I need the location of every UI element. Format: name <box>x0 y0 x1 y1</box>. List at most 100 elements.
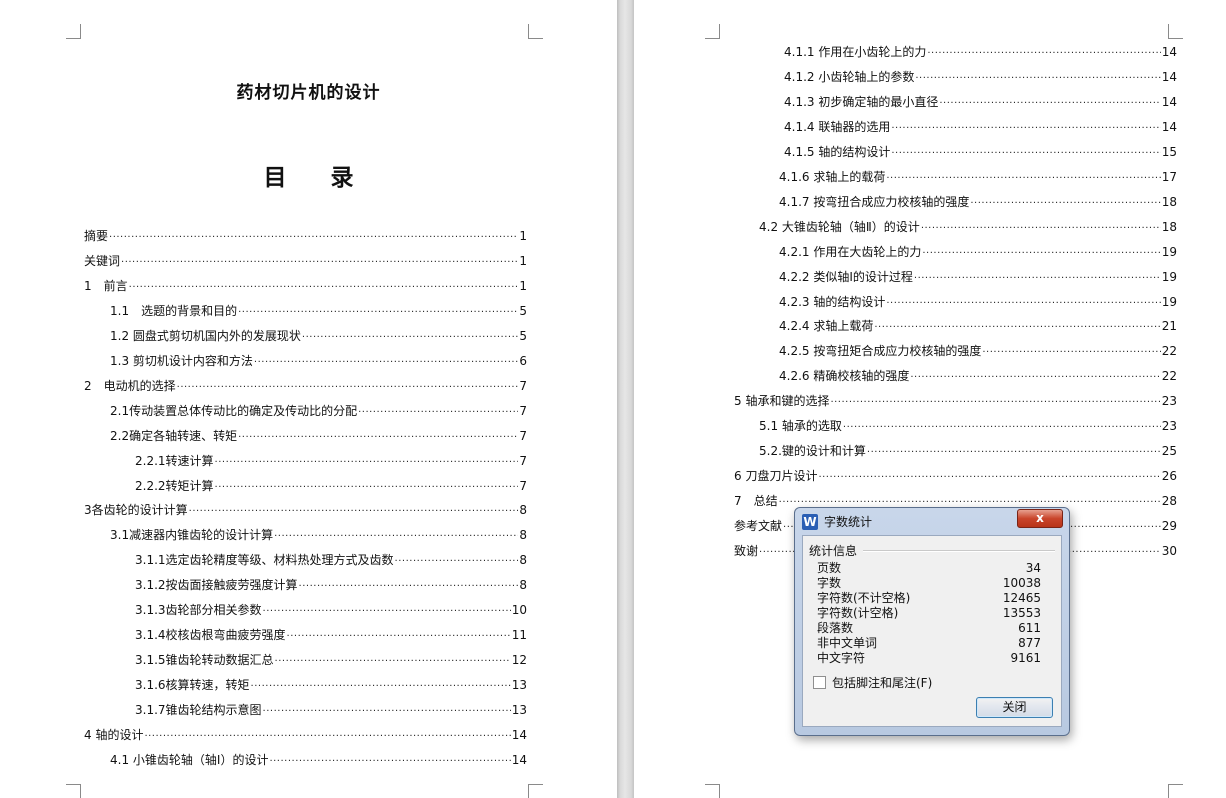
toc-entry-page: 14 <box>511 752 527 767</box>
toc-entry[interactable]: 4.2 大锥齿轮轴（轴Ⅱ）的设计 18 <box>759 219 1177 235</box>
toc-entry[interactable]: 1.3 剪切机设计内容和方法 6 <box>110 353 527 369</box>
toc-entry-label: 3.1.2按齿面接触疲劳强度计算 <box>135 578 298 593</box>
close-icon[interactable]: x <box>1017 509 1063 528</box>
crop-mark <box>66 784 81 798</box>
toc-entry-label: 2.2确定各轴转速、转矩 <box>110 428 238 443</box>
toc-entry-page: 8 <box>519 503 527 518</box>
stat-row: 字符数(计空格) 13553 <box>817 606 1041 621</box>
close-button[interactable]: 关闭 <box>976 697 1053 718</box>
stat-value: 611 <box>1018 621 1041 635</box>
toc-entry[interactable]: 1 前言 1 <box>84 278 527 294</box>
toc-entry-label: 4 轴的设计 <box>84 728 144 742</box>
toc-entry-label: 3.1.7锥齿轮结构示意图 <box>135 703 262 718</box>
toc-entry[interactable]: 1.1 选题的背景和目的 5 <box>110 303 527 319</box>
toc-entry[interactable]: 4.1.6 求轴上的载荷 17 <box>779 169 1177 185</box>
toc-dot-leader <box>129 280 519 296</box>
toc-entry[interactable]: 5.2.键的设计和计算 25 <box>759 443 1177 459</box>
toc-entry-page: 7 <box>519 378 527 393</box>
toc-entry-page: 21 <box>1161 319 1177 334</box>
toc-dot-leader <box>910 370 1160 386</box>
toc-entry[interactable]: 2.2确定各轴转速、转矩 7 <box>110 428 527 444</box>
toc-entry[interactable]: 4.2.5 按弯扭矩合成应力校核轴的强度 22 <box>779 343 1177 359</box>
toc-entry-page: 10 <box>511 603 527 618</box>
crop-mark <box>66 24 81 39</box>
toc-entry[interactable]: 摘要 1 <box>84 228 527 244</box>
toc-entry-label: 5.1 轴承的选取 <box>759 419 842 434</box>
toc-entry-label: 2 电动机的选择 <box>84 378 176 393</box>
toc-entry-page: 5 <box>519 328 527 343</box>
toc-entry[interactable]: 3.1.6核算转速，转矩 13 <box>135 677 527 693</box>
toc-dot-leader <box>215 480 519 496</box>
toc-entry-page: 1 <box>519 229 527 243</box>
toc-entry[interactable]: 5 轴承和键的选择 23 <box>734 393 1177 409</box>
toc-entry[interactable]: 4.2.3 轴的结构设计 19 <box>779 294 1177 310</box>
toc-entry-label: 1.2 圆盘式剪切机国内外的发展现状 <box>110 328 301 343</box>
toc-entry-page: 13 <box>511 678 527 693</box>
toc-dot-leader <box>914 271 1161 287</box>
toc-entry-label: 3.1.4校核齿根弯曲疲劳强度 <box>135 628 286 643</box>
stat-row: 非中文单词 877 <box>817 636 1041 651</box>
toc-entry[interactable]: 4.1.1 作用在小齿轮上的力 14 <box>784 44 1177 60</box>
toc-entry[interactable]: 2.2.2转矩计算 7 <box>135 478 527 494</box>
stat-value: 34 <box>1025 561 1041 575</box>
stats-group-label: 统计信息 <box>809 542 862 559</box>
stat-label: 中文字符 <box>817 651 866 665</box>
toc-entry[interactable]: 2.1传动装置总体传动比的确定及传动比的分配 7 <box>110 403 527 419</box>
toc-entry-page: 25 <box>1161 444 1177 459</box>
toc-entry-page: 30 <box>1161 544 1177 558</box>
toc-entry[interactable]: 6 刀盘刀片设计 26 <box>734 468 1177 484</box>
toc-entry[interactable]: 4.2.6 精确校核轴的强度 22 <box>779 368 1177 384</box>
toc-entry[interactable]: 2.2.1转速计算 7 <box>135 453 527 469</box>
toc-entry[interactable]: 4.1.7 按弯扭合成应力校核轴的强度 18 <box>779 194 1177 210</box>
toc-dot-leader <box>302 330 518 346</box>
toc-entry[interactable]: 3.1.5锥齿轮转动数据汇总 12 <box>135 652 527 668</box>
page-gap <box>617 0 634 798</box>
toc-entry[interactable]: 4.2.1 作用在大齿轮上的力 19 <box>779 244 1177 260</box>
toc-entry-page: 19 <box>1161 294 1177 309</box>
document-page-left: 药材切片机的设计 目 录 摘要1关键词11 前言11.1 选题的背景和目的51.… <box>0 0 617 798</box>
toc-entry-label: 3.1.3齿轮部分相关参数 <box>135 603 262 618</box>
toc-entry-page: 8 <box>519 553 527 568</box>
crop-mark <box>528 24 543 39</box>
dialog-titlebar[interactable]: W 字数统计 x <box>795 508 1069 534</box>
toc-entry-page: 19 <box>1161 269 1177 284</box>
toc-entry[interactable]: 3.1.2按齿面接触疲劳强度计算 8 <box>135 577 527 593</box>
toc-entry-label: 4.1.5 轴的结构设计 <box>784 144 891 159</box>
toc-dot-leader <box>927 46 1160 62</box>
toc-dot-leader <box>970 196 1160 212</box>
toc-entry-page: 28 <box>1161 494 1177 509</box>
toc-entry-page: 26 <box>1161 469 1177 484</box>
toc-entry-label: 4.1.6 求轴上的载荷 <box>779 169 886 184</box>
toc-entry[interactable]: 4.1.3 初步确定轴的最小直径 14 <box>784 94 1177 110</box>
toc-heading: 目 录 <box>263 164 372 191</box>
toc-entry-page: 18 <box>1161 194 1177 209</box>
toc-entry[interactable]: 3.1.3齿轮部分相关参数 10 <box>135 602 527 618</box>
toc-entry[interactable]: 2 电动机的选择 7 <box>84 378 527 394</box>
toc-entry[interactable]: 4 轴的设计 14 <box>84 727 527 743</box>
toc-entry[interactable]: 3.1减速器内锥齿轮的设计计算 8 <box>110 527 527 543</box>
toc-entry[interactable]: 3.1.7锥齿轮结构示意图 13 <box>135 702 527 718</box>
toc-entry[interactable]: 4.1 小锥齿轮轴（轴Ⅰ）的设计 14 <box>110 752 527 768</box>
toc-entry[interactable]: 3各齿轮的设计计算 8 <box>84 502 527 518</box>
stat-label: 字符数(计空格) <box>817 606 899 620</box>
toc-entry[interactable]: 关键词 1 <box>84 253 527 269</box>
toc-entry[interactable]: 4.2.4 求轴上载荷 21 <box>779 318 1177 334</box>
toc-entry[interactable]: 4.1.5 轴的结构设计 15 <box>784 144 1177 160</box>
toc-entry[interactable]: 5.1 轴承的选取 23 <box>759 418 1177 434</box>
toc-entry[interactable]: 3.1.1选定齿轮精度等级、材料热处理方式及齿数 8 <box>135 552 527 568</box>
toc-entry[interactable]: 3.1.4校核齿根弯曲疲劳强度 11 <box>135 627 527 643</box>
stat-row: 字数 10038 <box>817 576 1041 591</box>
toc-dot-leader <box>189 504 519 520</box>
toc-entry[interactable]: 1.2 圆盘式剪切机国内外的发展现状 5 <box>110 328 527 344</box>
crop-mark <box>705 784 720 798</box>
include-footnotes-option[interactable]: 包括脚注和尾注(F) <box>813 674 932 691</box>
stat-value: 9161 <box>1010 651 1041 665</box>
toc-entry[interactable]: 4.2.2 类似轴Ⅰ的设计过程 19 <box>779 269 1177 285</box>
toc-entry-page: 6 <box>519 353 527 368</box>
include-footnotes-checkbox[interactable] <box>813 676 826 689</box>
toc-entry[interactable]: 4.1.2 小齿轮轴上的参数 14 <box>784 69 1177 85</box>
toc-dot-leader <box>269 754 510 770</box>
toc-entry-label: 4.2.1 作用在大齿轮上的力 <box>779 244 922 259</box>
crop-mark <box>705 24 720 39</box>
toc-entry[interactable]: 4.1.4 联轴器的选用 14 <box>784 119 1177 135</box>
